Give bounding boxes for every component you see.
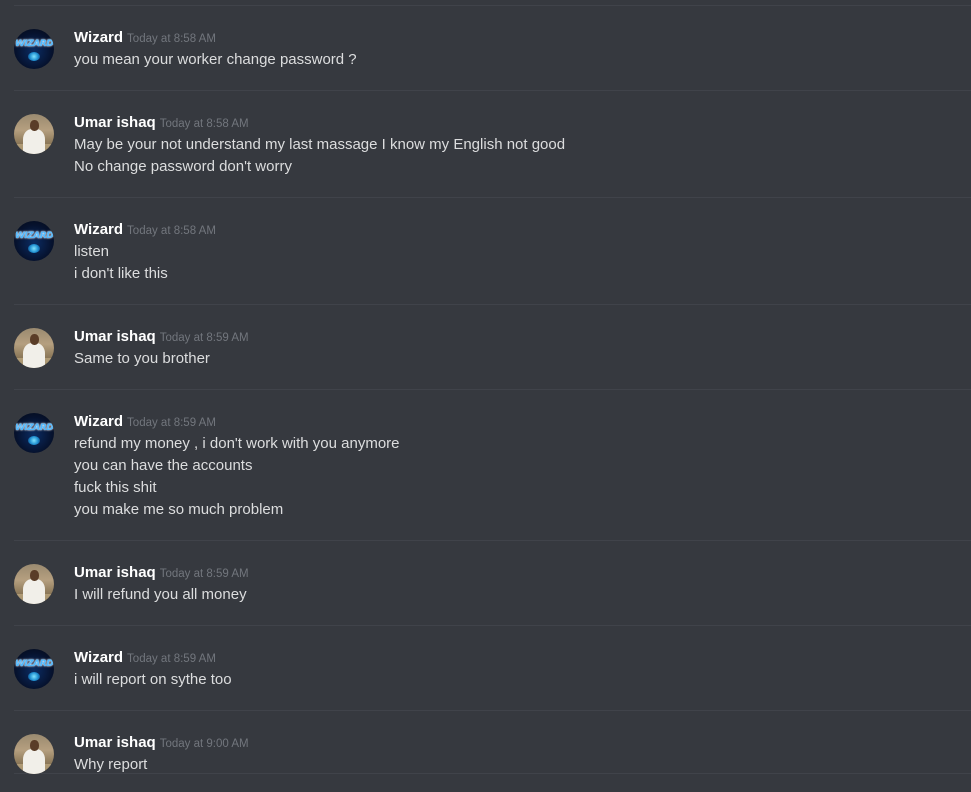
wizard-avatar[interactable]: WIZARD <box>14 221 54 261</box>
username[interactable]: Wizard <box>74 221 123 238</box>
photo-person-body <box>23 579 45 604</box>
photo-person-head <box>30 334 39 345</box>
username[interactable]: Umar ishaq <box>74 734 156 751</box>
umar-avatar[interactable] <box>14 564 54 604</box>
message-header: Umar ishaq Today at 9:00 AM <box>74 732 249 752</box>
wizard-logo-text: WIZARD <box>15 423 54 433</box>
message-content: I will refund you all money <box>74 584 247 606</box>
umar-avatar[interactable] <box>14 328 54 368</box>
username[interactable]: Umar ishaq <box>74 328 156 345</box>
message-content: refund my money , i don't work with you … <box>74 433 400 521</box>
orb-icon <box>28 672 40 681</box>
message-content: you mean your worker change password ? <box>74 49 357 71</box>
wizard-logo-text: WIZARD <box>15 39 54 49</box>
message-text: listen <box>74 243 110 260</box>
photo-person-head <box>30 570 39 581</box>
message-content: listen i don't like this <box>74 241 168 285</box>
username[interactable]: Wizard <box>74 29 123 46</box>
message-content: Why report <box>74 754 147 776</box>
umar-avatar[interactable] <box>14 114 54 154</box>
photo-person-head <box>30 740 39 751</box>
message-content: Same to you brother <box>74 348 210 370</box>
timestamp: Today at 8:59 AM <box>159 568 249 580</box>
message-group: WIZARD Wizard Today at 8:58 AM you mean y… <box>14 27 971 91</box>
message-text: i will report on sythe too <box>74 671 232 688</box>
wizard-logo-text: WIZARD <box>15 659 54 669</box>
message-text: you can have the accounts <box>74 457 253 474</box>
timestamp: Today at 8:59 AM <box>127 417 216 429</box>
message-text: you make me so much problem <box>74 501 284 518</box>
message-text: fuck this shit <box>74 479 157 496</box>
username[interactable]: Wizard <box>74 649 123 666</box>
photo-person-head <box>30 120 39 131</box>
timestamp: Today at 9:00 AM <box>159 738 249 750</box>
message-header: Umar ishaq Today at 8:58 AM <box>74 112 249 132</box>
username[interactable]: Umar ishaq <box>74 114 156 131</box>
timestamp: Today at 8:59 AM <box>159 332 249 344</box>
message-group: WIZARD Wizard Today at 8:59 AM refund my … <box>14 411 971 541</box>
message-text: Same to you brother <box>74 350 210 367</box>
message-text: i don't like this <box>74 265 168 282</box>
orb-icon <box>28 436 40 445</box>
message-header: Wizard Today at 8:58 AM <box>74 219 216 239</box>
wizard-avatar[interactable]: WIZARD <box>14 29 54 69</box>
wizard-avatar[interactable]: WIZARD <box>14 649 54 689</box>
message-group: Umar ishaq Today at 9:00 AM Why report <box>14 732 971 774</box>
timestamp: Today at 8:58 AM <box>159 118 249 130</box>
timestamp: Today at 8:59 AM <box>127 653 216 665</box>
message-content: May be your not understand my last massa… <box>74 134 565 178</box>
username[interactable]: Wizard <box>74 413 123 430</box>
umar-avatar[interactable] <box>14 734 54 774</box>
message-header: Wizard Today at 8:59 AM <box>74 411 216 431</box>
message-group: WIZARD Wizard Today at 8:59 AM i will rep… <box>14 647 971 711</box>
message-text: No change password don't worry <box>74 158 292 175</box>
photo-person-body <box>23 343 45 368</box>
wizard-avatar[interactable]: WIZARD <box>14 413 54 453</box>
orb-icon <box>28 244 40 253</box>
message-group: Umar ishaq Today at 8:59 AM Same to you b… <box>14 326 971 390</box>
message-header: Umar ishaq Today at 8:59 AM <box>74 562 249 582</box>
wizard-logo-text: WIZARD <box>15 231 54 241</box>
message-text: refund my money , i don't work with you … <box>74 435 400 452</box>
chat-messages: WIZARD Wizard Today at 8:58 AM you mean y… <box>0 0 971 792</box>
message-text: May be your not understand my last massa… <box>74 136 566 153</box>
message-group: WIZARD Wizard Today at 8:58 AM listen i d… <box>14 219 971 305</box>
message-header: Wizard Today at 8:58 AM <box>74 27 216 47</box>
message-text: I will refund you all money <box>74 586 247 603</box>
message-group: Umar ishaq Today at 8:59 AM I will refund… <box>14 562 971 626</box>
username[interactable]: Umar ishaq <box>74 564 156 581</box>
message-text: you mean your worker change password ? <box>74 51 357 68</box>
timestamp: Today at 8:58 AM <box>127 225 216 237</box>
timestamp: Today at 8:58 AM <box>127 33 216 45</box>
orb-icon <box>28 52 40 61</box>
message-content: i will report on sythe too <box>74 669 232 691</box>
message-header: Umar ishaq Today at 8:59 AM <box>74 326 249 346</box>
photo-person-body <box>23 129 45 154</box>
message-divider <box>14 5 971 6</box>
message-text: Why report <box>74 756 148 773</box>
photo-person-body <box>23 749 45 774</box>
message-group: Umar ishaq Today at 8:58 AM May be your n… <box>14 112 971 198</box>
message-header: Wizard Today at 8:59 AM <box>74 647 216 667</box>
